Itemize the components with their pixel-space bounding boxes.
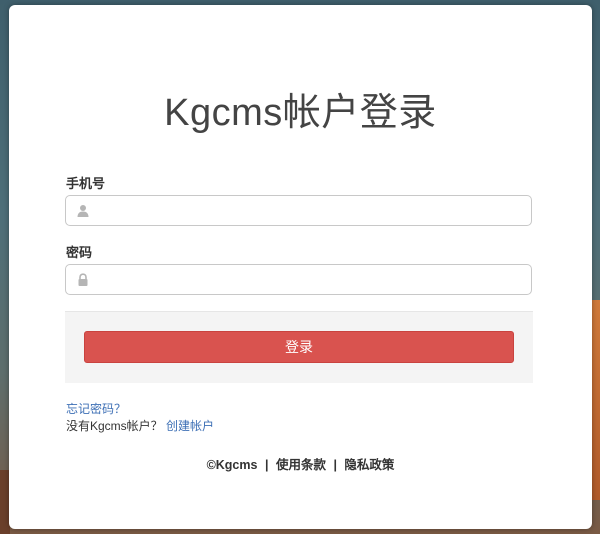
password-field[interactable]	[65, 264, 532, 295]
button-panel: 登录	[65, 311, 533, 383]
login-card: Kgcms帐户登录 手机号 密码 登录 忘记密码？ 没有Kgcms帐户？ 创建帐…	[9, 5, 592, 529]
no-account-text: 没有Kgcms帐户？	[66, 419, 163, 433]
account-links: 忘记密码？ 没有Kgcms帐户？ 创建帐户	[66, 401, 214, 435]
forgot-password-link[interactable]: 忘记密码？	[66, 402, 126, 416]
lock-icon	[76, 273, 90, 287]
password-input[interactable]	[98, 265, 523, 294]
copyright-text: ©Kgcms	[206, 458, 258, 472]
login-button[interactable]: 登录	[84, 331, 514, 363]
terms-link[interactable]: 使用条款	[276, 458, 326, 472]
footer: ©Kgcms | 使用条款 | 隐私政策	[9, 454, 592, 473]
phone-input[interactable]	[98, 196, 523, 225]
phone-field[interactable]	[65, 195, 532, 226]
password-label: 密码	[66, 245, 93, 260]
create-account-link[interactable]: 创建帐户	[166, 419, 214, 433]
footer-separator: |	[264, 458, 269, 472]
footer-separator: |	[333, 458, 337, 472]
user-icon	[76, 204, 90, 218]
phone-label: 手机号	[66, 176, 106, 191]
privacy-link[interactable]: 隐私政策	[344, 458, 394, 472]
page-title: Kgcms帐户登录	[164, 92, 437, 134]
